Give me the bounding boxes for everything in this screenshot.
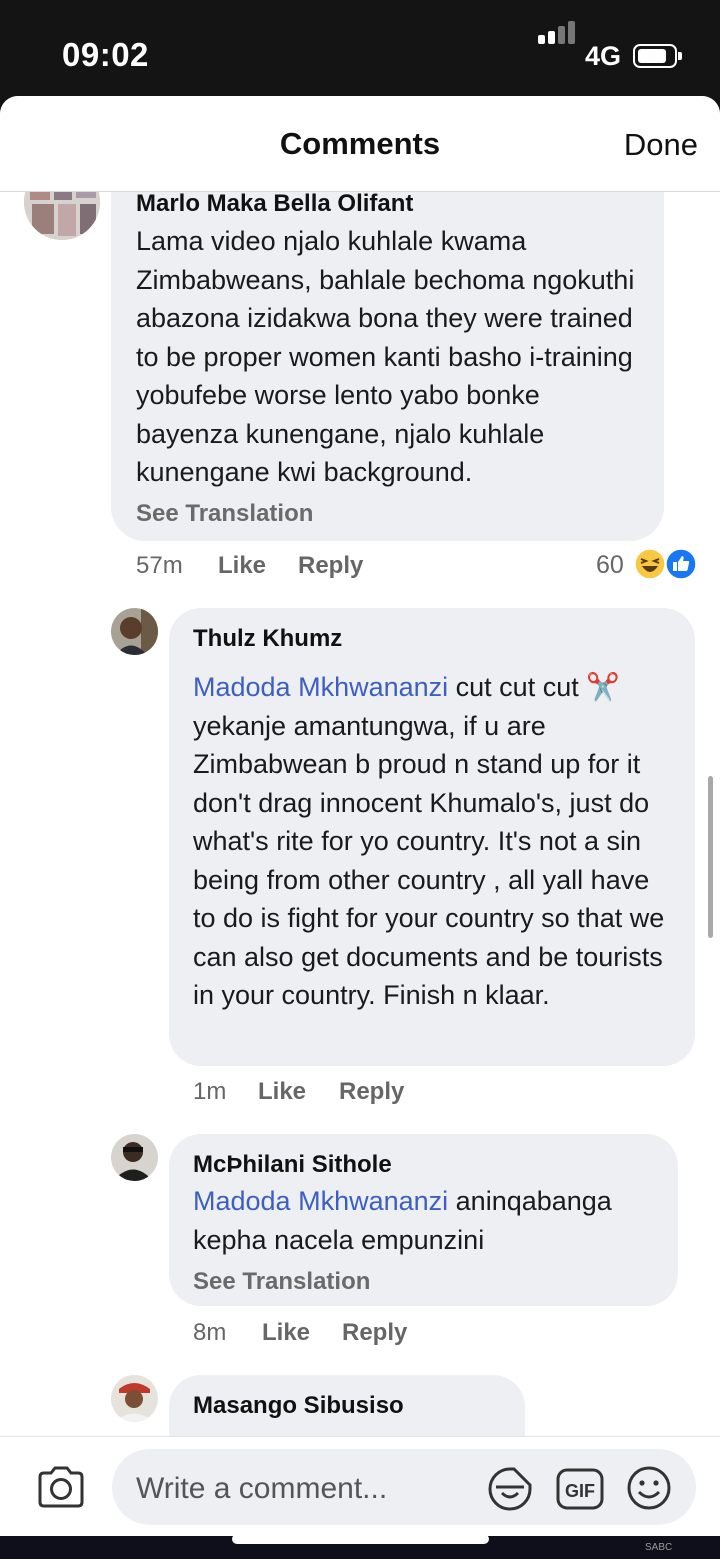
page-title: Comments <box>279 126 441 161</box>
comment-time: 8m <box>193 1319 227 1346</box>
sticker-icon[interactable] <box>486 1465 534 1518</box>
comment-text: Lama video njalo kuhlale kwama Zimbabwea… <box>136 226 635 487</box>
scrollbar[interactable] <box>708 776 713 938</box>
camera-icon[interactable] <box>36 1465 86 1514</box>
reaction-count[interactable]: 60 <box>596 551 624 580</box>
avatar[interactable] <box>111 1375 158 1422</box>
comment-time: 57m <box>136 552 183 579</box>
gif-icon[interactable]: GIF <box>556 1468 604 1515</box>
reply-button[interactable]: Reply <box>339 1078 404 1106</box>
done-button[interactable]: Done <box>624 127 698 163</box>
comment-text: Madoda Mkhwananzi aninqabanga kepha nace… <box>193 1186 612 1255</box>
watermark: SABC <box>645 1542 673 1553</box>
status-time: 09:02 <box>62 36 149 73</box>
avatar[interactable] <box>111 1134 158 1181</box>
avatar[interactable] <box>111 608 158 655</box>
see-translation-link[interactable]: See Translation <box>193 1268 370 1296</box>
mention-link[interactable]: Madoda Mkhwananzi <box>193 672 448 702</box>
haha-icon <box>634 548 666 580</box>
see-translation-link[interactable]: See Translation <box>136 500 313 528</box>
comment-author[interactable]: McÞhilani Sithole <box>193 1151 392 1179</box>
comments-list[interactable]: Marlo Maka Bella Olifant Lama video njal… <box>0 96 720 1475</box>
reply-button[interactable]: Reply <box>342 1319 407 1347</box>
battery-icon <box>633 44 682 68</box>
like-button[interactable]: Like <box>218 552 266 580</box>
comment-author[interactable]: Masango Sibusiso <box>193 1392 404 1420</box>
like-icon <box>665 548 697 580</box>
comments-header: Comments Done <box>0 96 720 192</box>
reply-button[interactable]: Reply <box>298 552 363 580</box>
comment-author[interactable]: Thulz Khumz <box>193 625 342 653</box>
status-bar: 09:02 4G <box>0 0 720 100</box>
comment-author[interactable]: Marlo Maka Bella Olifant <box>136 190 413 218</box>
like-button[interactable]: Like <box>258 1078 306 1106</box>
emoji-icon[interactable] <box>626 1465 672 1516</box>
comment-input-placeholder: Write a comment... <box>136 1472 388 1505</box>
comment-time: 1m <box>193 1078 227 1105</box>
comment-input[interactable]: Write a comment... GIF <box>112 1449 696 1525</box>
home-indicator[interactable] <box>232 1534 489 1544</box>
comment-composer: Write a comment... GIF <box>0 1436 720 1536</box>
gif-label: GIF <box>565 1481 595 1501</box>
like-button[interactable]: Like <box>262 1319 310 1347</box>
comments-sheet: Comments Done Marlo Maka Bella Olifant L… <box>0 96 720 1536</box>
comment-text: Madoda Mkhwananzi cut cut cut ✂️ yekanje… <box>193 672 665 1010</box>
mention-link[interactable]: Madoda Mkhwananzi <box>193 1186 448 1216</box>
network-label: 4G <box>585 41 622 71</box>
